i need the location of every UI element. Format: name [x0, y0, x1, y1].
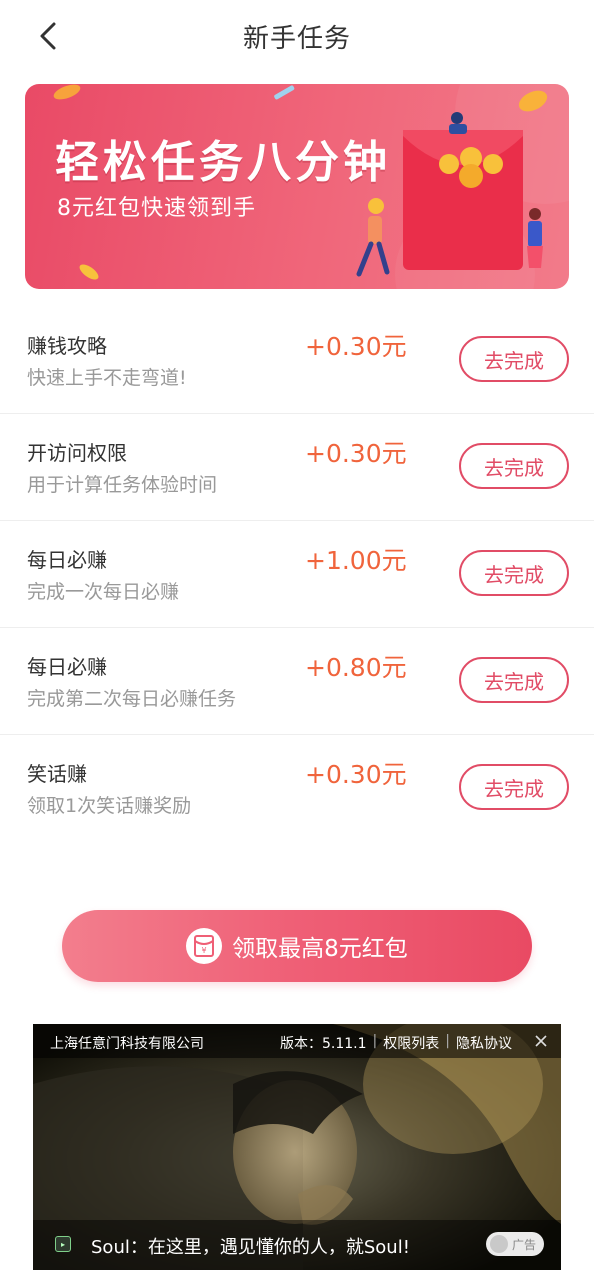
task-reward: +0.80元: [305, 653, 407, 682]
task-reward: +1.00元: [305, 546, 407, 575]
task-name: 每日必赚: [27, 548, 107, 572]
page-title: 新手任务: [242, 24, 351, 54]
divider: |: [372, 1033, 378, 1049]
task-name: 笑话赚: [27, 762, 87, 786]
task-row: 每日必赚 完成一次每日必赚 +1.00元 去完成: [0, 521, 594, 628]
ad-badge: 广告: [485, 1232, 544, 1256]
promo-banner[interactable]: 轻松任务八分钟 8元红包快速领到手: [25, 84, 569, 289]
task-row: 赚钱攻略 快速上手不走弯道! +0.30元 去完成: [0, 307, 594, 414]
banner-title: 轻松任务八分钟: [55, 137, 391, 188]
task-reward: +0.30元: [305, 760, 407, 789]
ad-info-bar: 上海任意门科技有限公司 版本：5.11.1 | 权限列表 | 隐私协议: [33, 1024, 561, 1058]
task-row: 笑话赚 领取1次笑话赚奖励 +0.30元 去完成: [0, 735, 594, 842]
ad-banner[interactable]: 上海任意门科技有限公司 版本：5.11.1 | 权限列表 | 隐私协议 ▸ So…: [33, 1024, 561, 1270]
ad-privacy-link[interactable]: 隐私协议: [456, 1033, 512, 1053]
ad-close-button[interactable]: [529, 1029, 553, 1053]
complete-task-button[interactable]: 去完成: [459, 764, 569, 810]
ad-version: 版本：5.11.1: [280, 1036, 367, 1052]
task-row: 每日必赚 完成第二次每日必赚任务 +0.80元 去完成: [0, 628, 594, 735]
divider: |: [445, 1033, 450, 1049]
ad-permissions-link[interactable]: 权限列表: [383, 1033, 439, 1053]
complete-task-button[interactable]: 去完成: [459, 443, 569, 489]
task-description: 用于计算任务体验时间: [27, 474, 218, 496]
complete-task-button[interactable]: 去完成: [459, 336, 569, 382]
claim-button-label: 领取最高8元红包: [232, 936, 408, 962]
task-reward: +0.30元: [305, 332, 407, 361]
ad-caption-bar: ▸ Soul：在这里，遇见懂你的人，就Soul! 广告: [33, 1220, 561, 1270]
ad-company-name: 上海任意门科技有限公司: [50, 1036, 204, 1052]
svg-text:¥: ¥: [202, 946, 207, 955]
complete-task-button[interactable]: 去完成: [459, 550, 569, 596]
close-icon: [535, 1035, 547, 1047]
task-description: 领取1次笑话赚奖励: [27, 795, 192, 817]
red-envelope-icon: ¥: [186, 928, 223, 964]
ad-slogan: Soul：在这里，遇见懂你的人，就Soul!: [91, 1237, 410, 1258]
task-row: 开访问权限 用于计算任务体验时间 +0.30元 去完成: [0, 414, 594, 521]
task-name: 每日必赚: [27, 655, 107, 679]
ad-badge-label: 广告: [511, 1237, 536, 1252]
task-description: 完成一次每日必赚: [27, 581, 180, 603]
complete-task-button[interactable]: 去完成: [459, 657, 569, 703]
task-reward: +0.30元: [305, 439, 407, 468]
task-list: 赚钱攻略 快速上手不走弯道! +0.30元 去完成 开访问权限 用于计算任务体验…: [0, 307, 594, 842]
task-name: 赚钱攻略: [27, 334, 107, 358]
task-description: 快速上手不走弯道!: [27, 367, 187, 389]
ad-meta-links: 版本：5.11.1 | 权限列表 | 隐私协议: [280, 1033, 512, 1053]
soul-app-icon: ▸: [55, 1236, 71, 1252]
banner-subtitle: 8元红包快速领到手: [57, 196, 256, 221]
task-description: 完成第二次每日必赚任务: [27, 688, 237, 710]
ad-logo-icon: [489, 1235, 508, 1253]
header-bar: 新手任务: [0, 0, 594, 72]
claim-red-envelope-button[interactable]: ¥ 领取最高8元红包: [62, 910, 532, 982]
task-name: 开访问权限: [27, 441, 127, 465]
